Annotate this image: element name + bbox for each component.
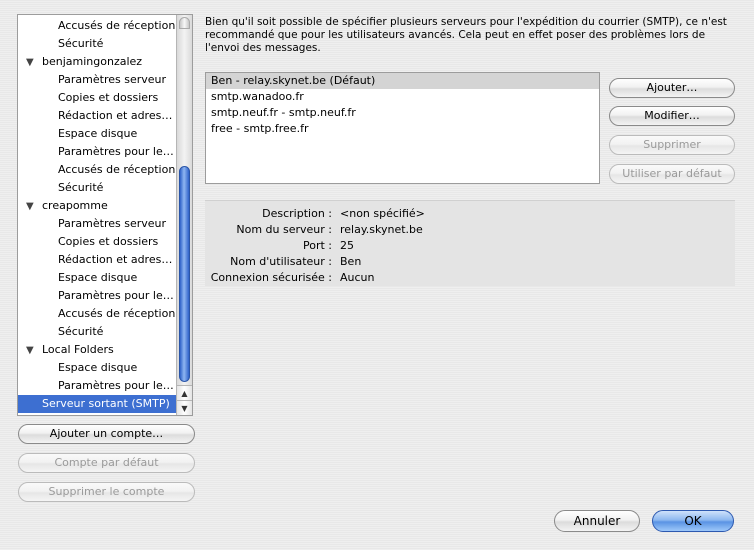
- tree-account-label: Local Folders: [42, 343, 114, 356]
- tree-account-item[interactable]: ▼ creapomme: [18, 197, 177, 215]
- scroll-down-arrow-icon[interactable]: ▼: [177, 400, 192, 415]
- ok-button[interactable]: OK: [652, 510, 734, 532]
- tree-item[interactable]: Accusés de réception: [18, 305, 177, 323]
- tree-item[interactable]: Copies et dossiers: [18, 233, 177, 251]
- tree-account-label: benjamingonzalez: [42, 55, 143, 68]
- server-details-panel: Description : <non spécifié> Nom du serv…: [205, 200, 735, 286]
- detail-value: relay.skynet.be: [340, 223, 423, 236]
- tree-item[interactable]: Paramètres pour le…: [18, 143, 177, 161]
- account-tree[interactable]: Accusés de réception Sécurité ▼ benjamingon…: [17, 14, 193, 416]
- smtp-server-row[interactable]: smtp.wanadoo.fr: [206, 89, 599, 105]
- detail-value: 25: [340, 239, 354, 252]
- tree-item[interactable]: Accusés de réception: [18, 17, 177, 35]
- tree-item[interactable]: Sécurité: [18, 179, 177, 197]
- scrollbar-track-cap: [179, 17, 190, 29]
- cancel-button[interactable]: Annuler: [554, 510, 640, 532]
- detail-label: Description :: [262, 207, 332, 220]
- add-account-button[interactable]: Ajouter un compte…: [18, 424, 195, 444]
- tree-item[interactable]: Rédaction et adress…: [18, 251, 177, 269]
- account-tree-list: Accusés de réception Sécurité ▼ benjamingon…: [18, 17, 177, 413]
- detail-port: Port : 25: [205, 238, 735, 254]
- set-default-server-button[interactable]: Utiliser par défaut: [609, 164, 735, 184]
- scrollbar-thumb[interactable]: [179, 166, 190, 382]
- detail-description: Description : <non spécifié>: [205, 206, 735, 222]
- smtp-server-row[interactable]: Ben - relay.skynet.be (Défaut): [206, 73, 599, 89]
- tree-account-label: creapomme: [42, 199, 108, 212]
- tree-item[interactable]: Espace disque: [18, 125, 177, 143]
- tree-scrollbar[interactable]: ▲ ▼: [176, 15, 192, 415]
- disclosure-triangle-icon[interactable]: ▼: [26, 342, 42, 359]
- smtp-server-row[interactable]: smtp.neuf.fr - smtp.neuf.fr: [206, 105, 599, 121]
- edit-server-button[interactable]: Modifier…: [609, 106, 735, 126]
- detail-value: <non spécifié>: [340, 207, 425, 220]
- smtp-description: Bien qu'il soit possible de spécifier pl…: [205, 16, 727, 54]
- tree-item[interactable]: Paramètres serveur: [18, 215, 177, 233]
- tree-item[interactable]: Copies et dossiers: [18, 89, 177, 107]
- tree-account-item[interactable]: ▼ Local Folders: [18, 341, 177, 359]
- scroll-up-arrow-icon[interactable]: ▲: [177, 385, 192, 400]
- detail-secure-connection: Connexion sécurisée : Aucun: [205, 270, 735, 286]
- detail-label: Nom du serveur :: [236, 223, 332, 236]
- tree-item[interactable]: Paramètres pour le…: [18, 287, 177, 305]
- detail-label: Nom d'utilisateur :: [230, 255, 332, 268]
- tree-account-item[interactable]: ▼ benjamingonzalez: [18, 53, 177, 71]
- tree-item[interactable]: Espace disque: [18, 269, 177, 287]
- smtp-server-row[interactable]: free - smtp.free.fr: [206, 121, 599, 137]
- smtp-server-list[interactable]: Ben - relay.skynet.be (Défaut) smtp.wana…: [205, 72, 600, 184]
- tree-item[interactable]: Paramètres serveur: [18, 71, 177, 89]
- tree-item[interactable]: Rédaction et adress…: [18, 107, 177, 125]
- detail-value: Ben: [340, 255, 362, 268]
- tree-item[interactable]: Sécurité: [18, 323, 177, 341]
- detail-label: Port :: [302, 239, 332, 252]
- tree-item[interactable]: Espace disque: [18, 359, 177, 377]
- default-account-button[interactable]: Compte par défaut: [18, 453, 195, 473]
- detail-server-name: Nom du serveur : relay.skynet.be: [205, 222, 735, 238]
- detail-label: Connexion sécurisée :: [210, 271, 332, 284]
- tree-item[interactable]: Accusés de réception: [18, 161, 177, 179]
- add-server-button[interactable]: Ajouter…: [609, 78, 735, 98]
- detail-username: Nom d'utilisateur : Ben: [205, 254, 735, 270]
- disclosure-triangle-icon[interactable]: ▼: [26, 54, 42, 71]
- delete-account-button[interactable]: Supprimer le compte: [18, 482, 195, 502]
- tree-item[interactable]: Sécurité: [18, 35, 177, 53]
- delete-server-button[interactable]: Supprimer: [609, 135, 735, 155]
- disclosure-triangle-icon[interactable]: ▼: [26, 198, 42, 215]
- tree-item[interactable]: Paramètres pour le…: [18, 377, 177, 395]
- detail-value: Aucun: [340, 271, 375, 284]
- tree-item-smtp-selected[interactable]: Serveur sortant (SMTP): [18, 395, 177, 413]
